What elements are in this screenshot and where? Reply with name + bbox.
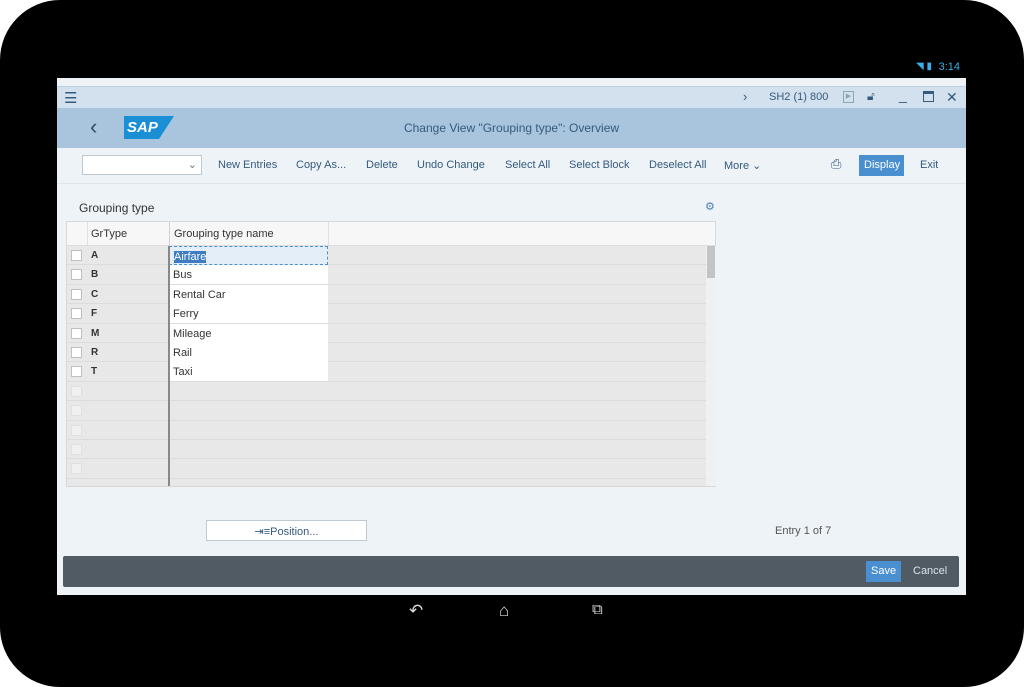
status-bar: ◥ ▮ 3:14 — [57, 58, 966, 76]
maximize-icon[interactable] — [923, 91, 934, 102]
chevron-down-icon: ⌄ — [752, 160, 762, 172]
table-row[interactable]: F Ferry — [67, 304, 707, 324]
minimize-icon[interactable]: _ — [899, 87, 907, 103]
copy-as-button[interactable]: Copy As... — [296, 159, 346, 171]
delete-button[interactable]: Delete — [366, 159, 398, 171]
more-label: More — [724, 160, 750, 172]
row-checkbox[interactable] — [71, 444, 82, 455]
table-row[interactable] — [67, 421, 707, 440]
name-value: Bus — [173, 269, 192, 282]
wifi-battery-icon: ◥ ▮ — [916, 61, 932, 72]
table-row[interactable]: R Rail — [67, 343, 707, 363]
print-icon[interactable]: ⎙ — [831, 156, 841, 172]
name-value: Taxi — [173, 366, 193, 379]
title-bar: ☰ › SH2 (1) 800 ▶ 🔓︎ _ ✕ — [57, 86, 966, 108]
table-body: A Airfare B Bus C Rental Car F Ferry M Mileage R Ra… — [67, 246, 707, 479]
name-cell[interactable]: Ferry — [169, 304, 328, 324]
cancel-button[interactable]: Cancel — [913, 565, 947, 577]
row-checkbox[interactable] — [71, 424, 82, 436]
row-checkbox[interactable] — [71, 308, 82, 320]
unlock-icon[interactable]: 🔓︎ — [867, 89, 875, 104]
home-nav-icon[interactable]: ⌂ — [499, 601, 509, 621]
column-header-name[interactable]: Grouping type name — [174, 228, 274, 240]
new-entries-button[interactable]: New Entries — [218, 159, 277, 171]
table-row[interactable]: T Taxi — [67, 362, 707, 382]
system-info: SH2 (1) 800 — [769, 91, 829, 103]
undo-change-button[interactable]: Undo Change — [417, 159, 485, 171]
deselect-all-button[interactable]: Deselect All — [649, 159, 706, 171]
command-dropdown[interactable]: ⌄ — [82, 155, 202, 175]
row-checkbox[interactable] — [71, 405, 82, 417]
name-value: Mileage — [173, 327, 212, 340]
select-block-button[interactable]: Select Block — [569, 159, 630, 171]
grtype-cell: T — [91, 366, 98, 378]
table-row[interactable]: C Rental Car — [67, 284, 707, 305]
name-cell[interactable]: Bus — [169, 265, 328, 285]
table-row[interactable] — [67, 382, 707, 402]
row-checkbox[interactable] — [71, 250, 82, 261]
name-value: Rental Car — [173, 288, 226, 301]
header: ‹ SAP Change View "Grouping type": Overv… — [57, 108, 966, 148]
column-divider — [168, 246, 170, 486]
settings-icon[interactable]: ⚙ — [705, 200, 715, 213]
scrollbar-thumb[interactable] — [707, 246, 715, 278]
name-cell[interactable]: Rental Car — [169, 284, 328, 304]
page-title: Change View "Grouping type": Overview — [403, 121, 620, 135]
table-header: GrType Grouping type name — [67, 222, 715, 246]
play-icon[interactable]: ▶ — [843, 91, 854, 103]
more-button[interactable]: More ⌄ — [724, 159, 761, 172]
position-icon: ⇥≡ — [254, 526, 271, 538]
table-row[interactable] — [67, 459, 707, 479]
section-title: Grouping type — [79, 201, 155, 215]
grtype-cell: C — [91, 288, 99, 300]
table-row[interactable]: M Mileage — [67, 323, 707, 343]
name-value: Airfare — [174, 251, 207, 263]
recents-nav-icon[interactable]: ⧉ — [592, 601, 603, 618]
grouping-type-table: GrType Grouping type name A Airfare B Bus C R… — [66, 221, 716, 487]
column-header-grtype[interactable]: GrType — [91, 228, 127, 240]
vertical-scrollbar[interactable] — [706, 246, 716, 486]
row-checkbox[interactable] — [71, 327, 82, 339]
sap-app: ☰ › SH2 (1) 800 ▶ 🔓︎ _ ✕ ‹ SAP Change Vi… — [57, 78, 966, 595]
chevron-down-icon: ⌄ — [187, 159, 197, 171]
back-nav-icon[interactable]: ↶ — [409, 601, 423, 621]
name-cell[interactable]: Airfare — [169, 246, 328, 265]
name-cell[interactable]: Taxi — [169, 362, 328, 382]
row-checkbox[interactable] — [71, 463, 82, 475]
row-checkbox[interactable] — [71, 347, 82, 358]
grtype-cell: F — [91, 308, 98, 320]
chevron-right-icon[interactable]: › — [743, 89, 747, 104]
clock: 3:14 — [938, 61, 960, 73]
save-button[interactable]: Save — [866, 561, 901, 582]
name-value: Rail — [173, 347, 192, 359]
display-button[interactable]: Display — [859, 155, 904, 176]
row-checkbox[interactable] — [71, 269, 82, 281]
table-row[interactable]: A Airfare — [67, 246, 707, 266]
row-checkbox[interactable] — [71, 385, 82, 397]
close-icon[interactable]: ✕ — [946, 89, 958, 106]
name-cell[interactable]: Rail — [169, 343, 328, 362]
row-checkbox[interactable] — [71, 288, 82, 300]
menu-icon[interactable]: ☰ — [64, 89, 77, 107]
footer-bar: Save Cancel — [63, 556, 959, 587]
grtype-cell: B — [91, 269, 99, 281]
table-row[interactable] — [67, 440, 707, 460]
android-nav-bar: ↶ ⌂ ⧉ — [57, 595, 966, 629]
position-button[interactable]: ⇥≡Position... — [206, 520, 367, 541]
position-label: Position... — [270, 526, 319, 538]
grtype-cell: R — [91, 347, 99, 358]
row-checkbox[interactable] — [71, 366, 82, 378]
toolbar: ⌄ New Entries Copy As... Delete Undo Cha… — [57, 148, 966, 184]
exit-button[interactable]: Exit — [920, 159, 938, 171]
name-value: Ferry — [173, 308, 199, 321]
grtype-cell: M — [91, 327, 100, 339]
table-row[interactable] — [67, 401, 707, 421]
entry-info: Entry 1 of 7 — [775, 525, 832, 537]
select-all-button[interactable]: Select All — [505, 159, 550, 171]
table-row[interactable]: B Bus — [67, 265, 707, 285]
grtype-cell: A — [91, 250, 99, 261]
name-cell[interactable]: Mileage — [169, 323, 328, 343]
